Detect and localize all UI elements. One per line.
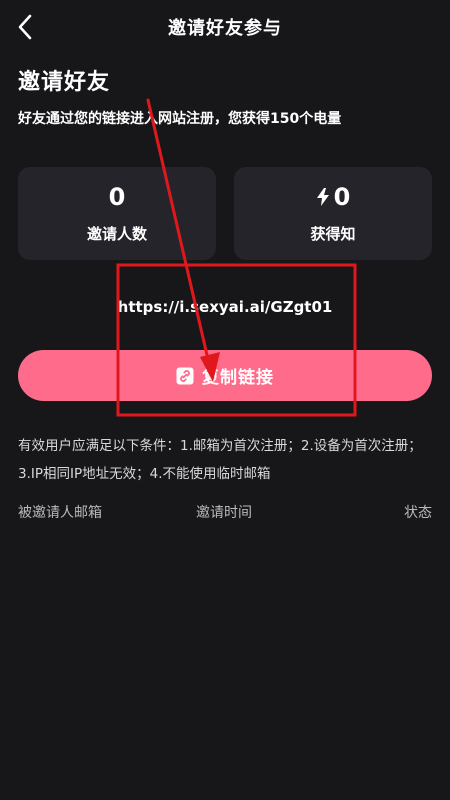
column-header-time: 邀请时间 xyxy=(196,505,252,521)
top-bar: 邀请好友参与 xyxy=(0,0,450,54)
column-header-email: 被邀请人邮箱 xyxy=(18,505,102,521)
invited-count-label: 邀请人数 xyxy=(86,225,147,243)
copy-link-label: 复制链接 xyxy=(202,368,274,388)
eligibility-rules: 有效用户应满足以下条件：1.邮箱为首次注册；2.设备为首次注册；3.IP相同IP… xyxy=(18,438,422,482)
page-title: 邀请好友 xyxy=(18,70,111,95)
page-subtitle: 好友通过您的链接进入网站注册，您获得150个电量 xyxy=(18,111,342,127)
earned-card: 0 获得知 xyxy=(234,167,432,260)
invite-page: 邀请好友参与 邀请好友 好友通过您的链接进入网站注册，您获得150个电量 0 邀… xyxy=(0,0,450,800)
link-icon xyxy=(176,367,194,384)
invited-count-card: 0 邀请人数 xyxy=(18,167,216,260)
earned-number: 0 xyxy=(333,183,351,211)
invited-count-number: 0 xyxy=(108,183,126,211)
lightning-icon xyxy=(316,188,329,206)
invite-link[interactable]: https://i.sexyai.ai/GZgt01 xyxy=(0,298,450,316)
column-header-status: 状态 xyxy=(404,505,432,521)
earned-value: 0 xyxy=(234,183,432,211)
earned-label: 获得知 xyxy=(310,225,356,243)
copy-link-button[interactable]: 复制链接 xyxy=(18,350,432,401)
page-header-title: 邀请好友参与 xyxy=(168,18,282,39)
invited-count-value: 0 xyxy=(18,183,216,211)
invite-table-header: 被邀请人邮箱 邀请时间 状态 xyxy=(18,500,432,524)
